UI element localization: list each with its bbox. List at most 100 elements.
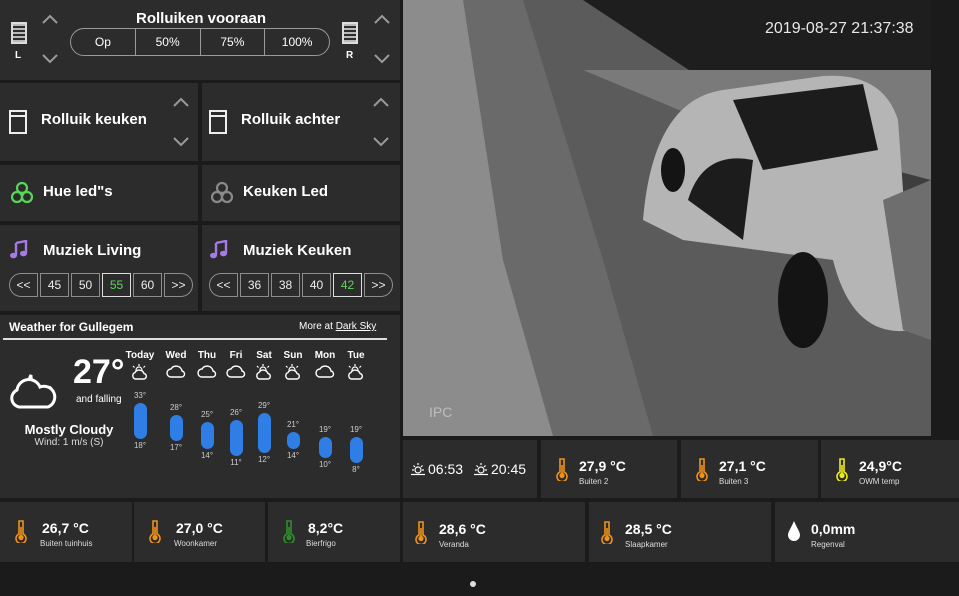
light-kitchen-tile[interactable]: Keuken Led	[202, 165, 400, 221]
shutter-front-tile: L Rolluiken vooraan Op 50% 75% 100% R	[0, 0, 400, 80]
sensor-label: Buiten 3	[719, 477, 749, 486]
shutter-kitchen-tile[interactable]: Rolluik keuken	[0, 83, 198, 161]
light-hue-tile[interactable]: Hue led"s	[0, 165, 198, 221]
volume-60-button[interactable]: 60	[133, 273, 162, 297]
chevron-down-icon[interactable]	[374, 50, 390, 66]
forecast-low: 14°	[286, 450, 300, 460]
shutter-right-label: R	[346, 50, 354, 61]
forecast-temp-bar	[170, 415, 183, 442]
cloud-icon	[315, 364, 335, 385]
sensor-value: 8,2°C	[308, 520, 344, 536]
light-kitchen-label: Keuken Led	[243, 183, 329, 200]
forecast-day-name: Sat	[256, 350, 272, 361]
chevron-down-icon[interactable]	[173, 133, 189, 149]
cloud-icon	[166, 364, 186, 385]
sensor-tile-regenval: 0,0mm Regenval	[775, 502, 959, 562]
camera-feed[interactable]: 2019-08-27 21:37:38 IPC	[403, 0, 931, 436]
biohazard-icon	[10, 181, 34, 204]
sensor-tile-bierfrigo: 8,2°C Bierfrigo	[268, 502, 400, 562]
forecast-high: 19°	[349, 424, 363, 434]
music-kitchen-label: Muziek Keuken	[243, 242, 352, 259]
shutter-right-icon[interactable]	[342, 22, 358, 44]
volume-50-button[interactable]: 50	[71, 273, 100, 297]
chevron-down-icon[interactable]	[42, 50, 58, 66]
sensor-tile-woonkamer: 27,0 °C Woonkamer	[134, 502, 265, 562]
volume-prev-button[interactable]: <<	[9, 273, 38, 297]
cloud-icon	[197, 364, 217, 385]
light-hue-label: Hue led"s	[43, 183, 113, 200]
forecast-temp-bar	[350, 436, 363, 463]
forecast-low: 18°	[133, 441, 147, 450]
shutter-back-tile[interactable]: Rolluik achter	[202, 83, 400, 161]
volume-45-button[interactable]: 45	[40, 273, 69, 297]
forecast-temp-bar	[230, 419, 243, 456]
forecast-temp-bar	[258, 412, 271, 454]
sensor-label: Regenval	[811, 540, 845, 549]
chevron-up-icon[interactable]	[374, 12, 390, 28]
chevron-up-icon[interactable]	[42, 12, 58, 28]
chevron-up-icon[interactable]	[373, 95, 389, 111]
sensor-tile-buiten-2: 27,9 °C Buiten 2	[541, 440, 677, 498]
sunrise-time: 06:53	[428, 461, 464, 477]
partly-cloudy-day-icon	[130, 364, 150, 385]
chevron-down-icon[interactable]	[373, 133, 389, 149]
forecast-high: 28°	[169, 403, 183, 412]
volume-36-button[interactable]: 36	[240, 273, 269, 297]
music-living-tile: Muziek Living << 45 50 55 60 >>	[0, 225, 198, 311]
music-note-icon	[10, 240, 28, 259]
forecast-low: 8°	[352, 465, 360, 474]
sensor-value: 26,7 °C	[42, 520, 89, 536]
music-note-icon	[210, 240, 228, 259]
sensor-value: 0,0mm	[811, 521, 856, 537]
camera-watermark: IPC	[429, 404, 453, 420]
volume-55-button[interactable]: 55	[102, 273, 131, 297]
forecast-day-name: Sun	[283, 350, 303, 361]
forecast-day-name: Tue	[347, 350, 365, 361]
volume-prev-button[interactable]: <<	[209, 273, 238, 297]
shutter-kitchen-label: Rolluik keuken	[41, 111, 147, 128]
sensor-tile-veranda: 28,6 °C Veranda	[403, 502, 585, 562]
forecast-temp-bar	[287, 431, 300, 449]
sensor-label: OWM temp	[859, 477, 900, 486]
page-indicator-dot[interactable]	[470, 581, 476, 587]
shutter-icon	[9, 110, 27, 134]
forecast-low: 11°	[230, 457, 242, 467]
forecast-high: 21°	[286, 419, 300, 429]
thermometer-icon	[283, 520, 295, 543]
volume-42-button[interactable]: 42	[333, 273, 362, 297]
sensor-label: Buiten tuinhuis	[40, 539, 93, 548]
camera-image	[403, 0, 931, 436]
sensor-value: 28,6 °C	[439, 521, 486, 537]
shutter-open-button[interactable]: Op	[71, 29, 136, 55]
sensor-value: 24,9°C	[859, 458, 902, 474]
sensor-tile-owm-temp: 24,9°C OWM temp	[821, 440, 959, 498]
volume-40-button[interactable]: 40	[302, 273, 331, 297]
shutter-left-icon[interactable]	[11, 22, 27, 44]
sunrise-icon	[411, 463, 425, 476]
shutter-100-button[interactable]: 100%	[265, 29, 329, 55]
thermometer-icon	[149, 520, 161, 543]
forecast-low: 17°	[169, 443, 183, 453]
sensor-value: 28,5 °C	[625, 521, 672, 537]
chevron-up-icon[interactable]	[173, 95, 189, 111]
sun-times-tile: 06:53 20:45	[403, 440, 537, 498]
forecast-high: 19°	[318, 424, 332, 434]
partly-cloudy-day-icon	[346, 364, 366, 385]
sensor-tile-slaapkamer: 28,5 °C Slaapkamer	[589, 502, 771, 562]
biohazard-icon	[210, 181, 234, 204]
shutter-icon	[209, 110, 227, 134]
volume-38-button[interactable]: 38	[271, 273, 300, 297]
forecast-low: 10°	[318, 460, 332, 470]
forecast-temp-bar	[319, 436, 332, 459]
forecast-low: 14°	[200, 450, 214, 460]
forecast-day-name: Today	[125, 350, 155, 361]
weather-forecast: Today 33° 18° Wed 28° 17° Thu 25° 14° Fri 26° 11° Sa…	[0, 315, 400, 498]
volume-next-button[interactable]: >>	[364, 273, 393, 297]
thermometer-icon	[415, 521, 427, 544]
shutter-75-button[interactable]: 75%	[201, 29, 266, 55]
thermometer-icon	[15, 520, 27, 543]
volume-next-button[interactable]: >>	[164, 273, 193, 297]
sensor-value: 27,0 °C	[176, 520, 223, 536]
shutter-50-button[interactable]: 50%	[136, 29, 201, 55]
thermometer-icon	[556, 458, 568, 481]
